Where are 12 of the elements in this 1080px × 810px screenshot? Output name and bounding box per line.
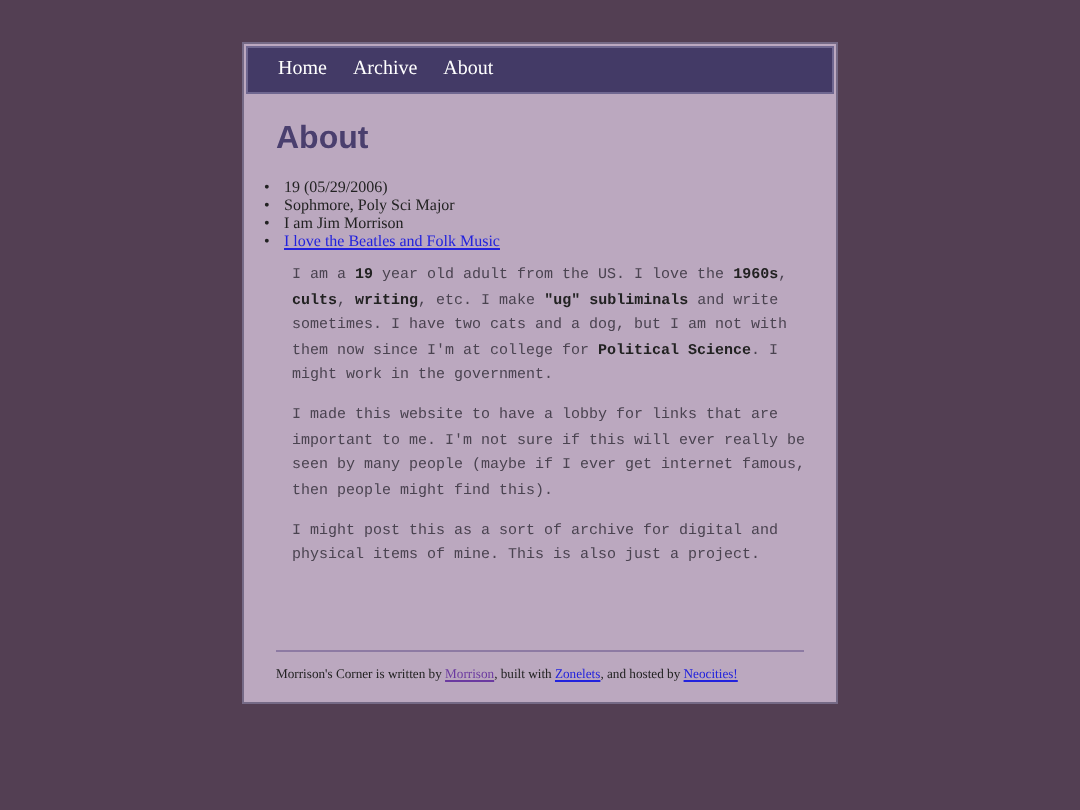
bullet-marker: • [264,232,272,250]
nav-link[interactable]: Home [278,58,327,80]
bullet-marker: • [264,214,272,232]
nav-link[interactable]: About [443,58,494,80]
fact-text: 19 (05/29/2006) [284,178,388,196]
nav-link[interactable]: Archive [352,58,418,80]
fact-text: I am Jim Morrison [284,214,404,232]
bullet-marker: • [264,196,272,214]
page-title: About [276,120,371,158]
fact-link[interactable]: I love the Beatles and Folk Music [284,232,500,250]
bullet-marker: • [264,178,272,196]
fact-text: Sophmore, Poly Sci Major [284,196,455,214]
